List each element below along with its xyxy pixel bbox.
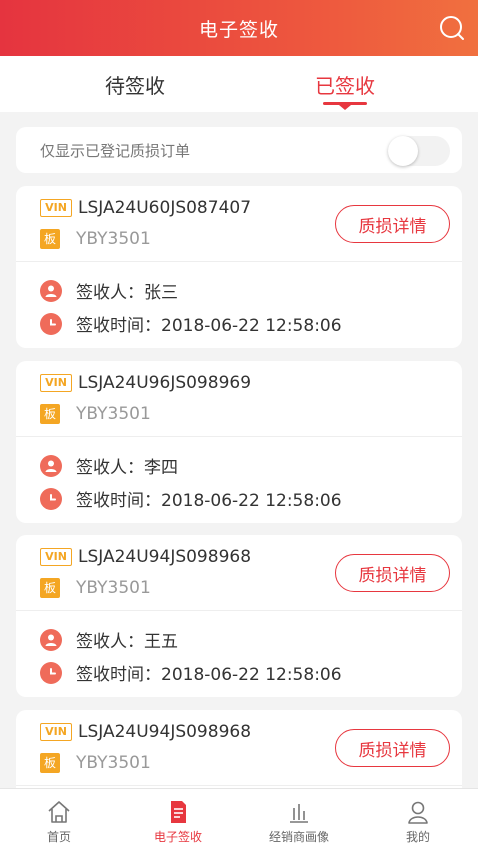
vin-badge: VIN (40, 723, 72, 741)
home-icon (45, 798, 73, 826)
bar-chart-icon (285, 798, 313, 826)
search-icon[interactable] (438, 14, 466, 42)
plate-number: YBY3501 (76, 578, 151, 598)
tabbar-item-esign[interactable]: 电子签收 (128, 789, 228, 850)
tabbar-item-home[interactable]: 首页 (9, 789, 109, 850)
plate-badge: 板 (40, 229, 60, 249)
plate-number: YBY3501 (76, 753, 151, 773)
tabbar-label: 首页 (46, 830, 71, 844)
user-icon (40, 279, 62, 302)
tabbar-item-dealer[interactable]: 经销商画像 (249, 789, 349, 850)
user-icon (40, 628, 62, 651)
vin-badge: VIN (40, 548, 72, 566)
vin-badge: VIN (40, 374, 72, 392)
damage-filter-row: 仅显示已登记质损订单 (16, 127, 462, 173)
tab-bar: 待签收 已签收 (0, 56, 478, 112)
bottom-tab-bar: 首页 电子签收 经销商画像 我的 (0, 788, 478, 850)
vin-number: LSJA24U94JS098968 (78, 722, 252, 742)
order-card[interactable]: VIN LSJA24U60JS087407 板 YBY3501 质损详情 签收人… (16, 186, 462, 348)
damage-detail-button[interactable]: 质损详情 (335, 554, 450, 592)
damage-detail-button[interactable]: 质损详情 (335, 729, 450, 767)
active-tab-caret (339, 105, 351, 110)
user-icon (404, 798, 432, 826)
vin-number: LSJA24U60JS087407 (78, 198, 252, 218)
clock-icon (40, 661, 62, 684)
document-icon (164, 798, 192, 826)
sign-time: 签收时间：2018-06-22 12:58:06 (76, 665, 342, 685)
signer: 签收人：李四 (76, 458, 178, 478)
tabbar-label: 电子签收 (153, 830, 202, 844)
sign-time: 签收时间：2018-06-22 12:58:06 (76, 491, 342, 511)
sign-time: 签收时间：2018-06-22 12:58:06 (76, 316, 342, 336)
signer: 签收人：王五 (76, 632, 178, 652)
app-header: 电子签收 (0, 0, 478, 56)
tab-pending[interactable]: 待签收 (75, 56, 195, 112)
damage-filter-toggle[interactable] (388, 136, 450, 166)
plate-badge: 板 (40, 753, 60, 773)
signer: 签收人：张三 (76, 283, 178, 303)
order-card[interactable]: VIN LSJA24U94JS098968 板 YBY3501 质损详情 (16, 710, 462, 800)
toggle-knob (388, 136, 418, 166)
tabbar-item-mine[interactable]: 我的 (368, 789, 468, 850)
filter-label: 仅显示已登记质损订单 (40, 141, 191, 160)
page-title: 电子签收 (198, 18, 279, 41)
plate-badge: 板 (40, 404, 60, 424)
order-card[interactable]: VIN LSJA24U94JS098968 板 YBY3501 质损详情 签收人… (16, 535, 462, 697)
clock-icon (40, 312, 62, 335)
plate-badge: 板 (40, 578, 60, 598)
user-icon (40, 454, 62, 477)
tabbar-label: 经销商画像 (268, 830, 329, 844)
plate-number: YBY3501 (76, 229, 151, 249)
order-card[interactable]: VIN LSJA24U96JS098969 板 YBY3501 签收人：李四 签… (16, 361, 462, 523)
vin-number: LSJA24U94JS098968 (78, 547, 252, 567)
clock-icon (40, 487, 62, 510)
tabbar-label: 我的 (405, 830, 430, 844)
vin-badge: VIN (40, 199, 72, 217)
vin-number: LSJA24U96JS098969 (78, 373, 252, 393)
plate-number: YBY3501 (76, 404, 151, 424)
damage-detail-button[interactable]: 质损详情 (335, 205, 450, 243)
